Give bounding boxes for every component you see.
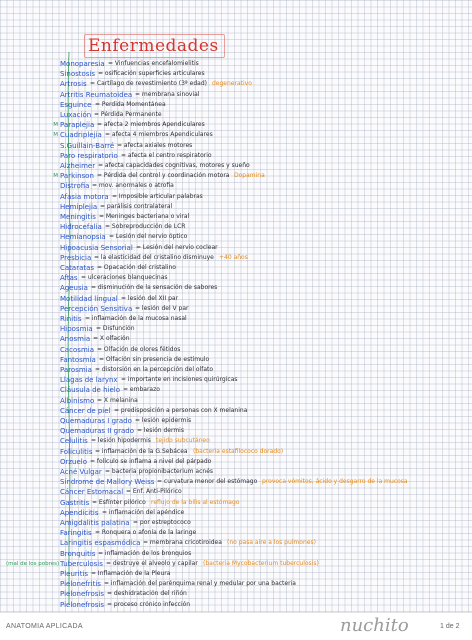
page-title: Enfermedades xyxy=(84,34,225,58)
disease-term: Pielonefrosis xyxy=(60,600,104,609)
page: Enfermedades Monoparesia = Vinfuencias en… xyxy=(0,0,472,640)
author-logo: nuchito xyxy=(340,615,409,636)
page-footer: ANATOMIA APLICADA nuchito 1 de 2 xyxy=(0,612,472,640)
note-row: Pielonefrosis = proceso crónico infección xyxy=(0,599,472,611)
notebook-sheet: Enfermedades Monoparesia = Vinfuencias en… xyxy=(0,0,472,612)
page-indicator: 1 de 2 xyxy=(440,623,460,630)
course-name: ANATOMIA APLICADA xyxy=(6,623,83,630)
definition: = proceso crónico infección xyxy=(107,600,191,608)
